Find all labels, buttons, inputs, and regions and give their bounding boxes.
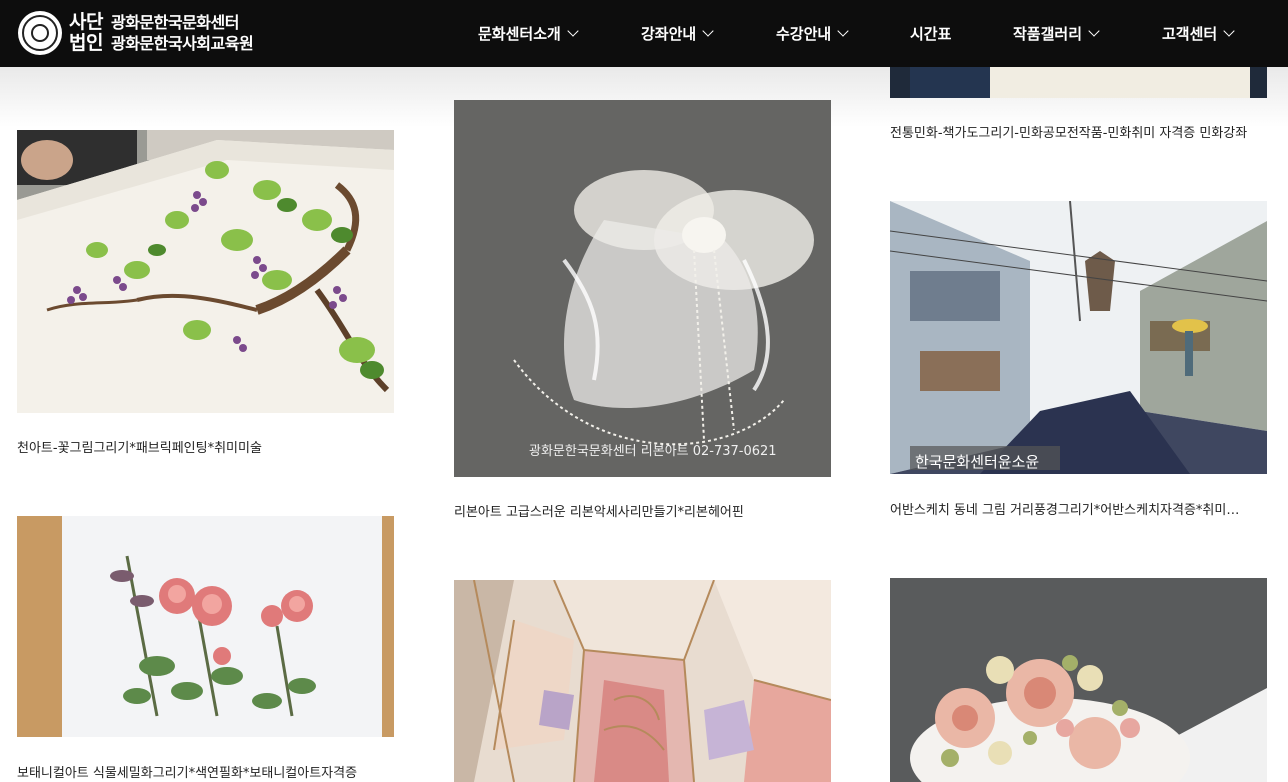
gallery-card[interactable]: 전통민화-책가도그리기-민화공모전작품-민화취미 자격증 민화강좌 — [890, 67, 1267, 147]
gallery-thumbnail[interactable] — [890, 578, 1267, 782]
chevron-down-icon — [1088, 25, 1100, 37]
gallery-card[interactable] — [890, 578, 1267, 782]
gallery-thumbnail[interactable]: 한국문화센터윤소윤 — [890, 201, 1267, 474]
gallery-caption[interactable]: 어반스케치 동네 그림 거리풍경그리기*어반스케치자격증*취미미술 — [890, 499, 1250, 518]
seal-icon — [18, 11, 62, 55]
nav-item-enrollment[interactable]: 수강안내 — [776, 0, 849, 67]
gallery-thumbnail[interactable] — [17, 516, 394, 737]
chevron-down-icon — [702, 25, 714, 37]
gallery-caption[interactable]: 전통민화-책가도그리기-민화공모전작품-민화취미 자격증 민화강좌 — [890, 122, 1250, 141]
image-watermark: 광화문한국문화센터 리본아트 02-737-0621 — [529, 444, 777, 459]
botanical-art-image — [17, 516, 394, 737]
logo-name-line1: 광화문한국문화센터 — [110, 13, 239, 32]
chevron-down-icon — [1223, 25, 1235, 37]
ribbon-art-image — [454, 100, 831, 477]
nav-item-label: 고객센터 — [1162, 25, 1218, 43]
logo-name-line2: 광화문한국사회교육원 — [110, 34, 254, 53]
nav-item-label: 강좌안내 — [641, 25, 697, 43]
nav-item-timetable[interactable]: 시간표 — [910, 0, 951, 67]
gallery-caption[interactable]: 천아트-꽃그림그리기*패브릭페인팅*취미미술 — [17, 437, 377, 456]
logo-name: 광화문한국문화센터 광화문한국사회교육원 — [110, 12, 254, 54]
logo-badge-line1: 사단 — [69, 11, 103, 33]
gallery-card[interactable] — [454, 580, 831, 782]
nav-item-label: 시간표 — [910, 25, 952, 43]
gallery-card[interactable]: 한국문화센터윤소윤 어반스케치 동네 그림 거리풍경그리기*어반스케치자격증*취… — [890, 201, 1267, 521]
nav-item-about[interactable]: 문화센터소개 — [478, 0, 579, 67]
logo-badge-line2: 법인 — [69, 32, 103, 54]
flower-cake-image — [890, 578, 1267, 782]
nav-item-label: 문화센터소개 — [478, 25, 561, 43]
site-logo[interactable]: 사단 법인 광화문한국문화센터 광화문한국사회교육원 — [18, 8, 254, 58]
nav-item-support[interactable]: 고객센터 — [1162, 0, 1235, 67]
urban-sketch-image — [890, 201, 1267, 474]
chevron-down-icon — [837, 25, 849, 37]
gallery-thumbnail[interactable] — [17, 130, 394, 413]
chevron-down-icon — [567, 25, 579, 37]
logo-badge: 사단 법인 — [69, 12, 103, 54]
gallery-card[interactable]: 천아트-꽃그림그리기*패브릭페인팅*취미미술 — [17, 130, 394, 460]
stained-glass-drawing-image — [454, 580, 831, 782]
gallery-card[interactable]: 보태니컬아트 식물세밀화그리기*색연필화*보태니컬아트자격증 — [17, 516, 394, 782]
fabric-painting-image — [17, 130, 394, 413]
gallery-caption[interactable]: 보태니컬아트 식물세밀화그리기*색연필화*보태니컬아트자격증 — [17, 762, 377, 781]
gallery-thumbnail[interactable] — [454, 580, 831, 782]
folk-painting-image — [890, 67, 1267, 98]
gallery-thumbnail[interactable]: 광화문한국문화센터 리본아트 02-737-0621 — [454, 100, 831, 477]
gallery-card[interactable]: 광화문한국문화센터 리본아트 02-737-0621 리본아트 고급스러운 리본… — [454, 100, 831, 520]
nav-item-gallery[interactable]: 작품갤러리 — [1013, 0, 1100, 67]
nav-item-courses[interactable]: 강좌안내 — [641, 0, 714, 67]
gallery-thumbnail[interactable] — [890, 67, 1267, 98]
nav-item-label: 작품갤러리 — [1013, 25, 1083, 43]
gallery-caption[interactable]: 리본아트 고급스러운 리본악세사리만들기*리본헤어핀 — [454, 501, 814, 520]
image-watermark: 한국문화센터윤소윤 — [915, 453, 1040, 471]
nav-item-label: 수강안내 — [776, 25, 832, 43]
site-header: 사단 법인 광화문한국문화센터 광화문한국사회교육원 문화센터소개 강좌안내 수… — [0, 0, 1288, 67]
